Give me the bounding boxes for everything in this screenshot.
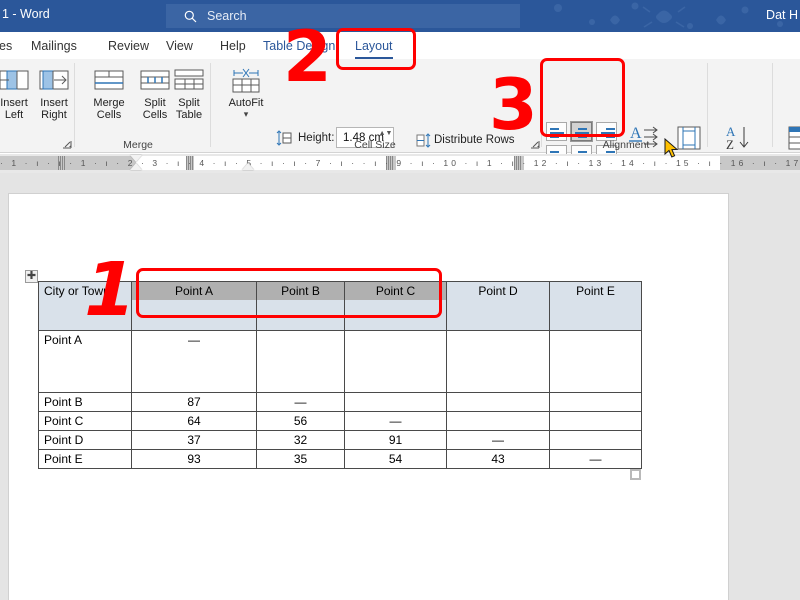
cell-value[interactable]: 87 (132, 393, 257, 412)
cell-value[interactable] (550, 393, 642, 412)
tab-mailings[interactable]: Mailings (28, 35, 80, 57)
sort-az-icon: A Z (724, 121, 754, 155)
table-row[interactable]: Point C 64 56 — (39, 412, 642, 431)
split-table-label: Split Table (176, 97, 202, 121)
search-box[interactable]: Search (166, 4, 520, 28)
insert-right-icon (39, 63, 69, 97)
row-label[interactable]: Point B (39, 393, 132, 412)
row-label[interactable]: Point D (39, 431, 132, 450)
tab-help[interactable]: Help (217, 35, 249, 57)
cell-value[interactable]: — (550, 450, 642, 469)
insert-left-label: Insert Left (0, 97, 28, 121)
first-line-indent-marker[interactable] (130, 155, 142, 162)
cell-value[interactable]: 64 (132, 412, 257, 431)
table-resize-handle[interactable] (630, 469, 641, 480)
ribbon: Insert Left Insert Right (0, 59, 800, 153)
table-row[interactable]: Point B 87 — (39, 393, 642, 412)
autofit-icon (230, 63, 262, 97)
table-header-point-d[interactable]: Point D (447, 282, 550, 331)
annotation-3-highlight-box (540, 58, 625, 137)
insert-left-icon (0, 63, 29, 97)
titlebar-decoration (540, 0, 800, 32)
search-icon (184, 10, 197, 23)
ribbon-separator (772, 63, 773, 147)
merge-cells-icon (94, 63, 124, 97)
cell-value[interactable]: 35 (257, 450, 345, 469)
cell-value[interactable]: 54 (345, 450, 447, 469)
table-row[interactable]: Point A — (39, 331, 642, 393)
cell-value[interactable]: 91 (345, 431, 447, 450)
repeat-header-icon (787, 121, 800, 155)
mouse-cursor-icon (664, 138, 680, 160)
cell-value[interactable] (550, 431, 642, 450)
cell-value[interactable]: 32 (257, 431, 345, 450)
cell-size-group-label: Cell Size (220, 139, 530, 151)
insert-right-button[interactable]: Insert Right (28, 63, 80, 133)
table-header-point-e[interactable]: Point E (550, 282, 642, 331)
row-label[interactable]: Point C (39, 412, 132, 431)
cell-value[interactable] (345, 331, 447, 393)
cell-value[interactable] (345, 393, 447, 412)
cell-value[interactable] (447, 393, 550, 412)
table-row[interactable]: Point E 93 35 54 43 — (39, 450, 642, 469)
header-cell-label: Point E (576, 284, 615, 298)
autofit-button[interactable]: AutoFit ▾ (220, 63, 272, 133)
cell-value[interactable]: 56 (257, 412, 345, 431)
horizontal-ruler[interactable]: · 1 · ı · ı · 1 · ı · 2 · 3 · ı · 4 · ı … (0, 154, 800, 173)
split-table-icon (174, 63, 204, 97)
tab-es[interactable]: es (0, 35, 15, 57)
annotation-2-number: 2 (283, 22, 332, 92)
annotation-2-highlight-box (336, 28, 416, 70)
merge-cells-button[interactable]: Merge Cells (83, 63, 135, 133)
cell-value[interactable]: — (132, 331, 257, 393)
table-row[interactable]: Point D 37 32 91 — (39, 431, 642, 450)
row-label[interactable]: Point E (39, 450, 132, 469)
cell-value[interactable] (550, 412, 642, 431)
cell-value[interactable] (550, 331, 642, 393)
merge-cells-label: Merge Cells (93, 97, 124, 121)
cell-value[interactable]: — (257, 393, 345, 412)
tab-view[interactable]: View (163, 35, 196, 57)
search-placeholder: Search (207, 9, 247, 23)
rows-columns-dialog-launcher[interactable] (62, 139, 73, 150)
header-cell-label: Point D (478, 284, 517, 298)
annotation-1-highlight-box (136, 268, 442, 318)
ruler-tick-labels: · 1 · ı · ı · 1 · ı · 2 · 3 · ı · 4 · ı … (0, 156, 800, 170)
cell-value[interactable]: — (447, 431, 550, 450)
annotation-3-number: 3 (489, 70, 538, 140)
cell-value[interactable]: 93 (132, 450, 257, 469)
user-account-name[interactable]: Dat H (766, 8, 798, 22)
cell-value[interactable] (447, 412, 550, 431)
autofit-chevron-down-icon[interactable]: ▾ (244, 108, 249, 120)
word-window: 1 - Word Search Dat H es Mailings Review… (0, 0, 800, 600)
table-move-handle[interactable]: ✚ (25, 270, 38, 283)
cell-value[interactable]: — (345, 412, 447, 431)
merge-group-label: Merge (83, 139, 193, 151)
right-indent-marker[interactable] (242, 163, 254, 170)
insert-right-label: Insert Right (40, 97, 68, 121)
cell-value[interactable]: 37 (132, 431, 257, 450)
hanging-indent-marker[interactable] (130, 163, 142, 170)
alignment-group-label: Alignment (546, 139, 706, 151)
row-label[interactable]: Point A (39, 331, 132, 393)
document-title: 1 - Word (0, 7, 50, 21)
cell-value[interactable]: 43 (447, 450, 550, 469)
svg-text:Z: Z (726, 137, 734, 152)
split-table-button[interactable]: Split Table (163, 63, 215, 133)
cell-value[interactable] (447, 331, 550, 393)
tab-review[interactable]: Review (105, 35, 152, 57)
cell-value[interactable] (257, 331, 345, 393)
